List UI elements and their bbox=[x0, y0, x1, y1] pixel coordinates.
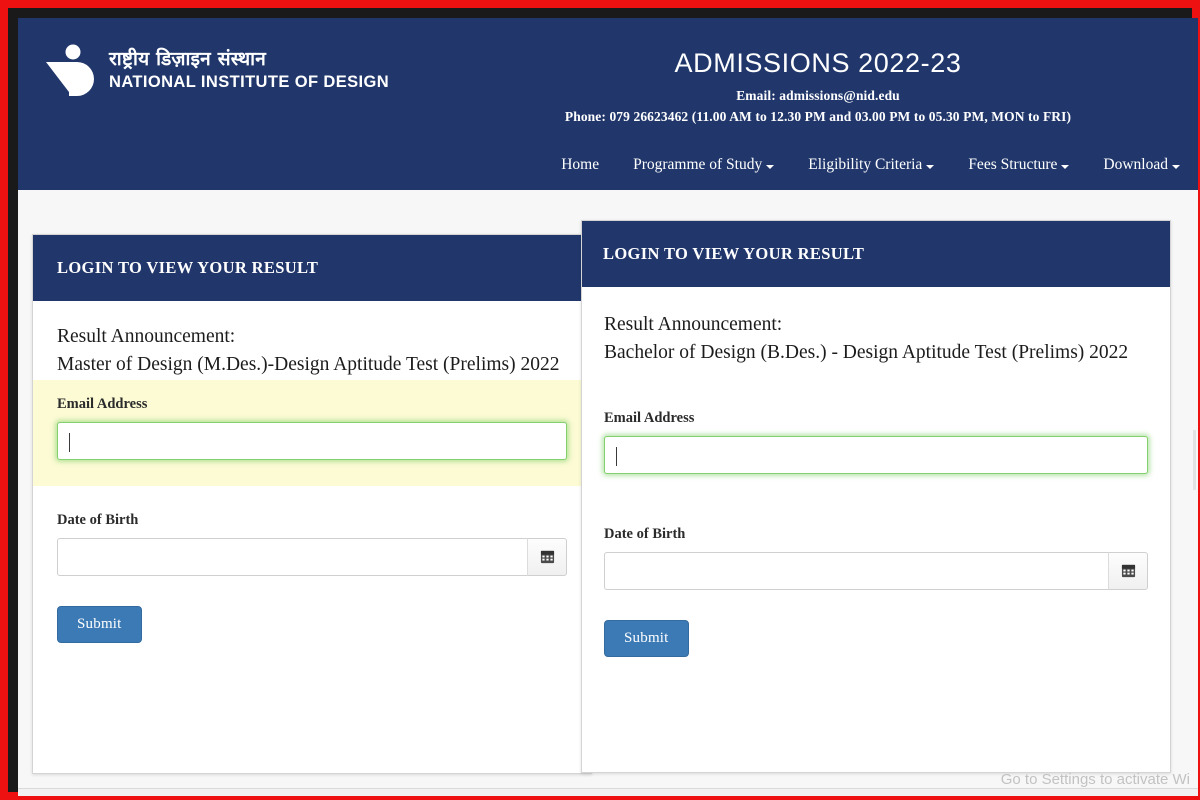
bdes-dob-input[interactable] bbox=[604, 551, 1108, 590]
nav-item-label: Download bbox=[1103, 156, 1168, 173]
contact-email: Email: admissions@nid.edu bbox=[736, 88, 900, 103]
page-footer-strip bbox=[18, 788, 1198, 796]
screenshot-red-frame: राष्ट्रीय डिज़ाइन संस्थान NATIONAL INSTI… bbox=[0, 0, 1200, 800]
nav-item-label: Eligibility Criteria bbox=[808, 156, 923, 173]
brand-text: राष्ट्रीय डिज़ाइन संस्थान NATIONAL INSTI… bbox=[109, 48, 390, 92]
mdes-submit-button[interactable]: Submit bbox=[57, 605, 142, 643]
mdes-panel-header: LOGIN TO VIEW YOUR RESULT bbox=[33, 235, 591, 301]
mdes-email-field-group: Email Address bbox=[57, 396, 567, 460]
nid-logo-icon bbox=[46, 44, 94, 96]
mdes-panel-title: LOGIN TO VIEW YOUR RESULT bbox=[57, 258, 319, 277]
nav-item-programme-of-study[interactable]: Programme of Study bbox=[633, 156, 775, 174]
scrollbar[interactable] bbox=[1193, 430, 1196, 490]
bdes-email-text-caret bbox=[616, 446, 617, 466]
mdes-result-announcement: Result Announcement: Master of Design (M… bbox=[57, 323, 567, 380]
bdes-dob-row bbox=[604, 551, 1148, 590]
bdes-announce-label: Result Announcement: bbox=[604, 314, 783, 335]
mdes-panel-body: Result Announcement: Master of Design (M… bbox=[33, 301, 591, 643]
mdes-email-text-caret bbox=[69, 432, 70, 452]
calendar-icon bbox=[1121, 564, 1135, 578]
mdes-dob-row bbox=[57, 537, 567, 576]
header-center: ADMISSIONS 2022-23 Email: admissions@nid… bbox=[448, 48, 1188, 130]
bdes-announce-text: Bachelor of Design (B.Des.) - Design Apt… bbox=[604, 342, 1129, 364]
bdes-result-announcement: Result Announcement: Bachelor of Design … bbox=[604, 311, 1148, 368]
brand-english: NATIONAL INSTITUTE OF DESIGN bbox=[109, 73, 390, 92]
chevron-down-icon bbox=[926, 164, 935, 169]
nav-item-home[interactable]: Home bbox=[561, 156, 599, 174]
mdes-announce-label: Result Announcement: bbox=[57, 326, 236, 347]
bdes-calendar-button[interactable] bbox=[1108, 551, 1148, 590]
calendar-icon bbox=[540, 550, 554, 564]
bdes-dob-field-group: Date of Birth bbox=[604, 526, 1148, 590]
site-header: राष्ट्रीय डिज़ाइन संस्थान NATIONAL INSTI… bbox=[18, 18, 1198, 190]
bdes-dob-label: Date of Birth bbox=[604, 525, 686, 542]
mdes-announce-text: Master of Design (M.Des.)-Design Aptitud… bbox=[57, 354, 560, 376]
bdes-email-label: Email Address bbox=[604, 409, 695, 426]
chevron-down-icon bbox=[766, 164, 775, 169]
bdes-panel-title: LOGIN TO VIEW YOUR RESULT bbox=[603, 244, 865, 263]
nav-item-label: Programme of Study bbox=[633, 156, 763, 173]
bdes-login-panel: LOGIN TO VIEW YOUR RESULT Result Announc… bbox=[581, 220, 1171, 773]
content-area: LOGIN TO VIEW YOUR RESULT Result Announc… bbox=[18, 190, 1198, 796]
mdes-login-panel: LOGIN TO VIEW YOUR RESULT Result Announc… bbox=[32, 234, 592, 774]
brand[interactable]: राष्ट्रीय डिज़ाइन संस्थान NATIONAL INSTI… bbox=[44, 42, 389, 100]
brand-hindi: राष्ट्रीय डिज़ाइन संस्थान bbox=[109, 48, 266, 71]
contact-phone: Phone: 079 26623462 (11.00 AM to 12.30 P… bbox=[564, 109, 1072, 124]
mdes-email-input[interactable] bbox=[57, 421, 567, 460]
nav-item-eligibility-criteria[interactable]: Eligibility Criteria bbox=[808, 156, 935, 174]
mdes-calendar-button[interactable] bbox=[527, 537, 567, 576]
chevron-down-icon bbox=[1172, 164, 1180, 169]
mdes-email-autofill-highlight: Email Address bbox=[33, 379, 591, 486]
nav-item-label: Home bbox=[561, 156, 600, 173]
bdes-panel-header: LOGIN TO VIEW YOUR RESULT bbox=[582, 221, 1170, 287]
mdes-dob-field-group: Date of Birth bbox=[57, 512, 567, 576]
nav-item-fees-structure[interactable]: Fees Structure bbox=[968, 156, 1070, 174]
bdes-panel-body: Result Announcement: Bachelor of Design … bbox=[582, 287, 1170, 657]
bdes-submit-button[interactable]: Submit bbox=[604, 619, 689, 657]
bdes-email-field-group: Email Address bbox=[604, 410, 1148, 474]
main-nav: Home Programme of Study Eligibility Crit… bbox=[561, 156, 1180, 174]
page-title: ADMISSIONS 2022-23 bbox=[674, 48, 962, 78]
nav-item-download[interactable]: Download bbox=[1103, 156, 1180, 174]
screenshot-inner-frame: राष्ट्रीय डिज़ाइन संस्थान NATIONAL INSTI… bbox=[8, 8, 1198, 796]
windows-activation-watermark: Go to Settings to activate Wi bbox=[1000, 771, 1190, 788]
bdes-email-input[interactable] bbox=[604, 435, 1148, 474]
chevron-down-icon bbox=[1061, 164, 1070, 169]
mdes-dob-input[interactable] bbox=[57, 537, 527, 576]
mdes-dob-label: Date of Birth bbox=[57, 511, 139, 528]
page-root: राष्ट्रीय डिज़ाइन संस्थान NATIONAL INSTI… bbox=[18, 18, 1198, 796]
mdes-email-label: Email Address bbox=[57, 395, 148, 412]
nav-item-label: Fees Structure bbox=[968, 156, 1058, 173]
